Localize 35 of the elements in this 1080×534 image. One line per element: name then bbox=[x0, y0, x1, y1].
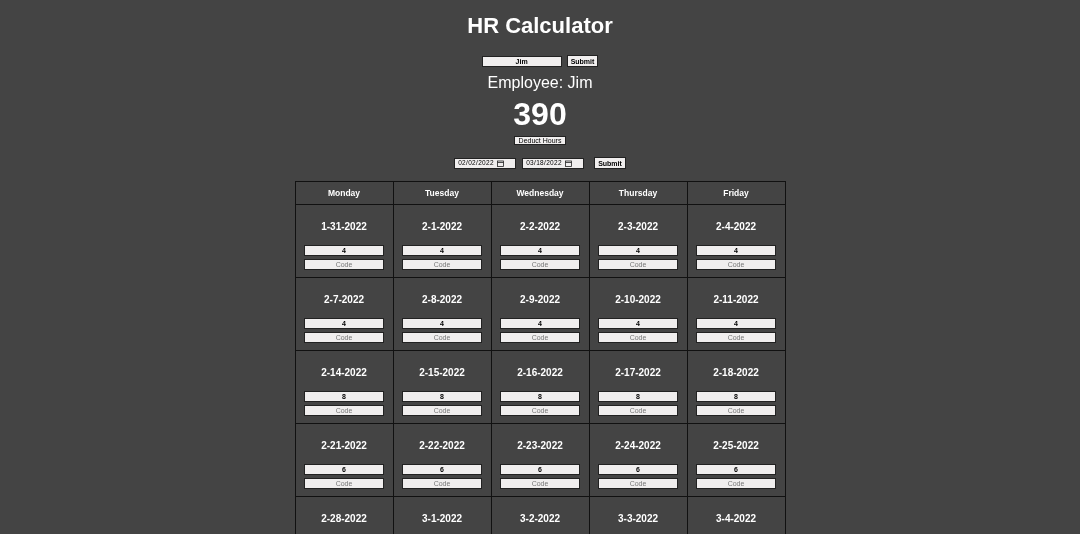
date-label: 2-7-2022 bbox=[324, 294, 364, 306]
date-label: 2-25-2022 bbox=[713, 440, 759, 452]
column-header: Monday bbox=[295, 181, 393, 205]
date-label: 2-22-2022 bbox=[419, 440, 465, 452]
date-label: 1-31-2022 bbox=[321, 221, 367, 233]
date-label: 2-17-2022 bbox=[615, 367, 661, 379]
date-label: 2-14-2022 bbox=[321, 367, 367, 379]
date-label: 2-23-2022 bbox=[517, 440, 563, 452]
calendar-icon[interactable] bbox=[496, 159, 504, 167]
date-label: 3-2-2022 bbox=[520, 513, 560, 525]
date-label: 3-4-2022 bbox=[716, 513, 756, 525]
date-label: 2-21-2022 bbox=[321, 440, 367, 452]
date-label: 2-1-2022 bbox=[422, 221, 462, 233]
date-label: 2-24-2022 bbox=[615, 440, 661, 452]
total-hours: 390 bbox=[513, 96, 567, 132]
column-header: Tuesday bbox=[393, 181, 491, 205]
date-label: 2-3-2022 bbox=[618, 221, 658, 233]
column-header: Friday bbox=[687, 181, 785, 205]
column-header: Thursday bbox=[589, 181, 687, 205]
date-label: 2-16-2022 bbox=[517, 367, 563, 379]
date-label: 3-3-2022 bbox=[618, 513, 658, 525]
date-label: 2-28-2022 bbox=[321, 513, 367, 525]
date-label: 2-18-2022 bbox=[713, 367, 759, 379]
calendar-icon[interactable] bbox=[564, 159, 572, 167]
date-label: 2-4-2022 bbox=[716, 221, 756, 233]
date-label: 2-11-2022 bbox=[713, 294, 759, 306]
date-label: 3-1-2022 bbox=[422, 513, 462, 525]
date-label: 2-8-2022 bbox=[422, 294, 462, 306]
date-label: 2-15-2022 bbox=[419, 367, 465, 379]
date-label: 2-10-2022 bbox=[615, 294, 661, 306]
column-header: Wednesday bbox=[491, 181, 589, 205]
date-label: 2-9-2022 bbox=[520, 294, 560, 306]
page-title: HR Calculator bbox=[467, 12, 613, 40]
employee-label: Employee: Jim bbox=[487, 73, 593, 93]
date-label: 2-2-2022 bbox=[520, 221, 560, 233]
